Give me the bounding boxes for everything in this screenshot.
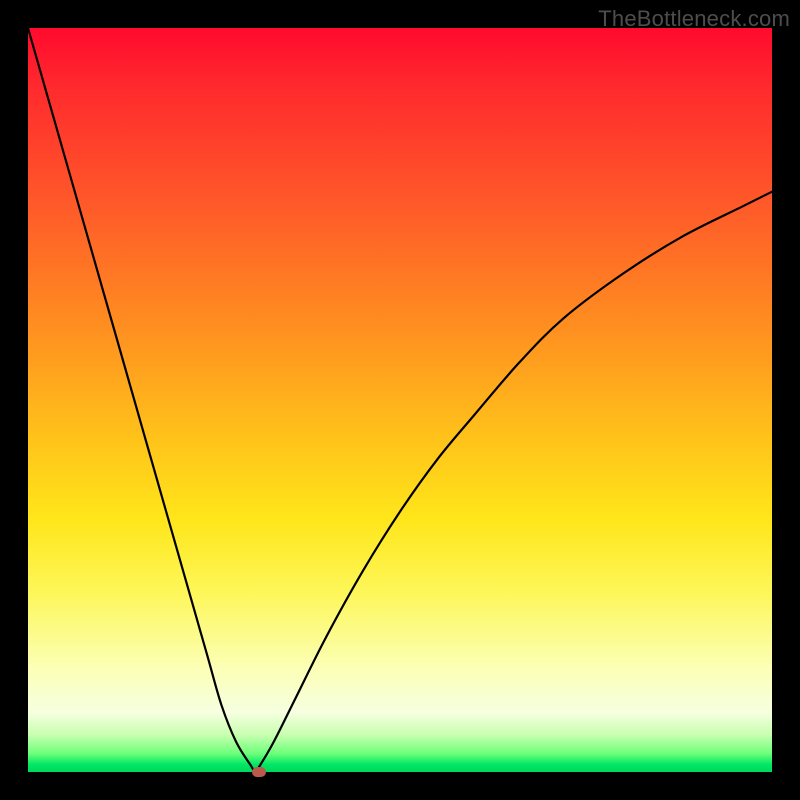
curve-path bbox=[28, 28, 772, 772]
chart-frame: TheBottleneck.com bbox=[0, 0, 800, 800]
watermark-text: TheBottleneck.com bbox=[598, 6, 790, 32]
bottleneck-curve bbox=[28, 28, 772, 772]
chart-plot-area bbox=[28, 28, 772, 772]
optimum-marker bbox=[252, 767, 266, 777]
